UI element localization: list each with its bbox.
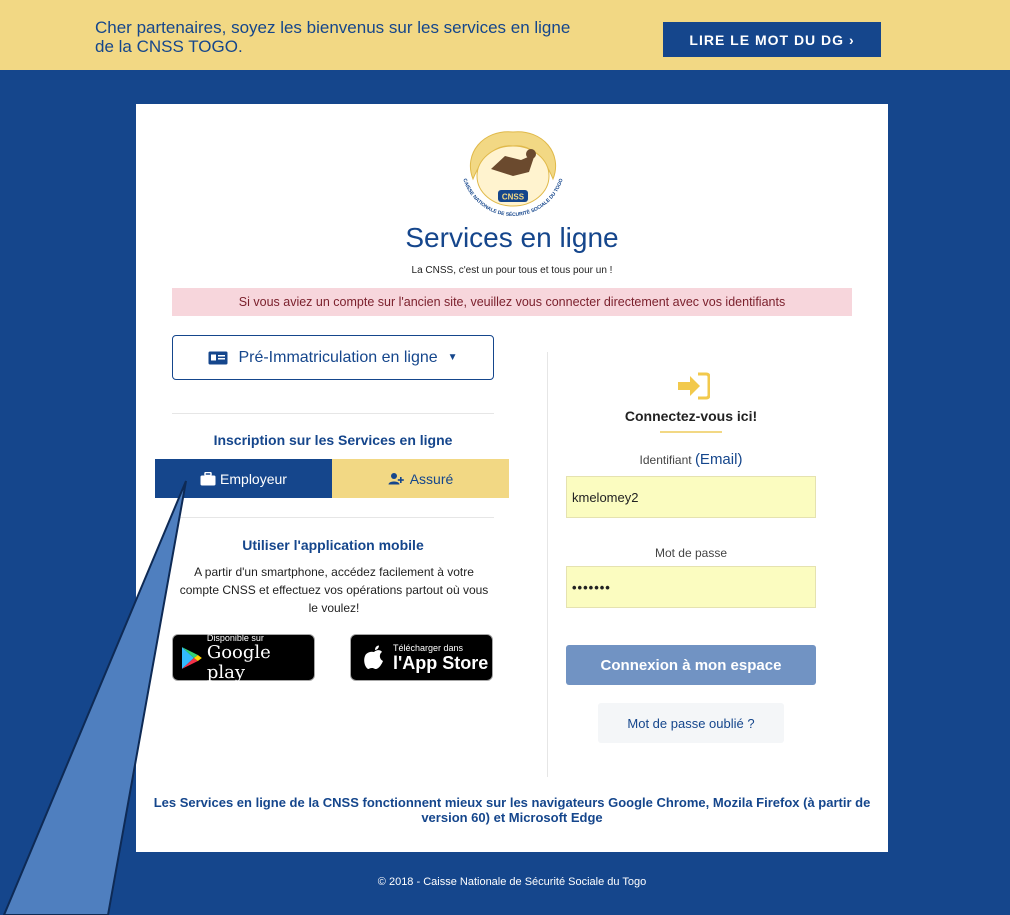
- page-title: Services en ligne: [405, 222, 619, 253]
- browser-compatibility-note: Les Services en ligne de la CNSS fonctio…: [153, 795, 871, 825]
- mobile-app-title: Utiliser l'application mobile: [242, 537, 424, 553]
- pre-immatriculation-label: Pré-Immatriculation en ligne: [238, 348, 438, 366]
- cnss-logo: CNSS CAISSE NATIONALE DE SÉCURITÉ SOCIAL…: [461, 131, 565, 218]
- google-play-badge[interactable]: Disponible sur Google play: [172, 632, 315, 683]
- logo-text-center: CNSS: [502, 193, 525, 202]
- welcome-message-line1: Cher partenaires, soyez les bienvenus su…: [95, 18, 571, 37]
- employeur-button[interactable]: Employeur: [155, 459, 332, 498]
- read-dg-message-button[interactable]: LIRE LE MOT DU DG ›: [663, 22, 881, 57]
- user-plus-icon: [388, 473, 404, 485]
- assure-button[interactable]: Assuré: [332, 459, 509, 498]
- mobile-app-description: A partir d'un smartphone, accédez facile…: [179, 565, 489, 615]
- briefcase-icon: [200, 471, 216, 485]
- id-card-icon: [208, 351, 228, 364]
- app-store-big-text: l'App Store: [393, 652, 489, 673]
- app-store-small-text: Télécharger dans: [393, 642, 464, 653]
- login-title: Connectez-vous ici!: [624, 408, 758, 424]
- divider: [172, 517, 494, 518]
- caret-down-icon: ▼: [447, 352, 458, 363]
- login-title-underline: [660, 431, 722, 433]
- assure-label: Assuré: [409, 470, 454, 487]
- identifiant-label-email: (Email): [694, 451, 743, 468]
- footer-copyright: © 2018 - Caisse Nationale de Sécurité So…: [377, 876, 647, 888]
- google-play-icon: [181, 646, 202, 669]
- welcome-banner: Cher partenaires, soyez les bienvenus su…: [0, 0, 1010, 70]
- welcome-message: Cher partenaires, soyez les bienvenus su…: [95, 18, 655, 56]
- column-divider: [547, 352, 548, 777]
- password-input[interactable]: [566, 566, 816, 608]
- apple-icon: [364, 645, 383, 669]
- tagline: La CNSS, c'est un pour tous et tous pour…: [411, 265, 613, 276]
- identifiant-label-text: Identifiant: [639, 453, 692, 467]
- inscription-title: Inscription sur les Services en ligne: [213, 432, 453, 448]
- legacy-account-alert: Si vous aviez un compte sur l'ancien sit…: [172, 288, 852, 316]
- forgot-password-button[interactable]: Mot de passe oublié ?: [598, 703, 784, 743]
- password-label: Mot de passe: [654, 546, 728, 560]
- employeur-label: Employeur: [220, 470, 287, 487]
- sign-in-icon: [678, 372, 710, 400]
- welcome-message-line2: de la CNSS TOGO.: [95, 37, 243, 56]
- pre-immatriculation-dropdown[interactable]: Pré-Immatriculation en ligne ▼: [172, 335, 494, 380]
- identifiant-input[interactable]: [566, 476, 816, 518]
- google-play-small-text: Disponible sur: [206, 632, 264, 643]
- divider: [172, 413, 494, 414]
- google-play-big-text: Google play: [206, 641, 271, 683]
- identifiant-label: Identifiant (Email): [566, 451, 816, 468]
- connect-button[interactable]: Connexion à mon espace: [566, 645, 816, 685]
- app-store-badge[interactable]: Télécharger dans l'App Store: [350, 634, 493, 681]
